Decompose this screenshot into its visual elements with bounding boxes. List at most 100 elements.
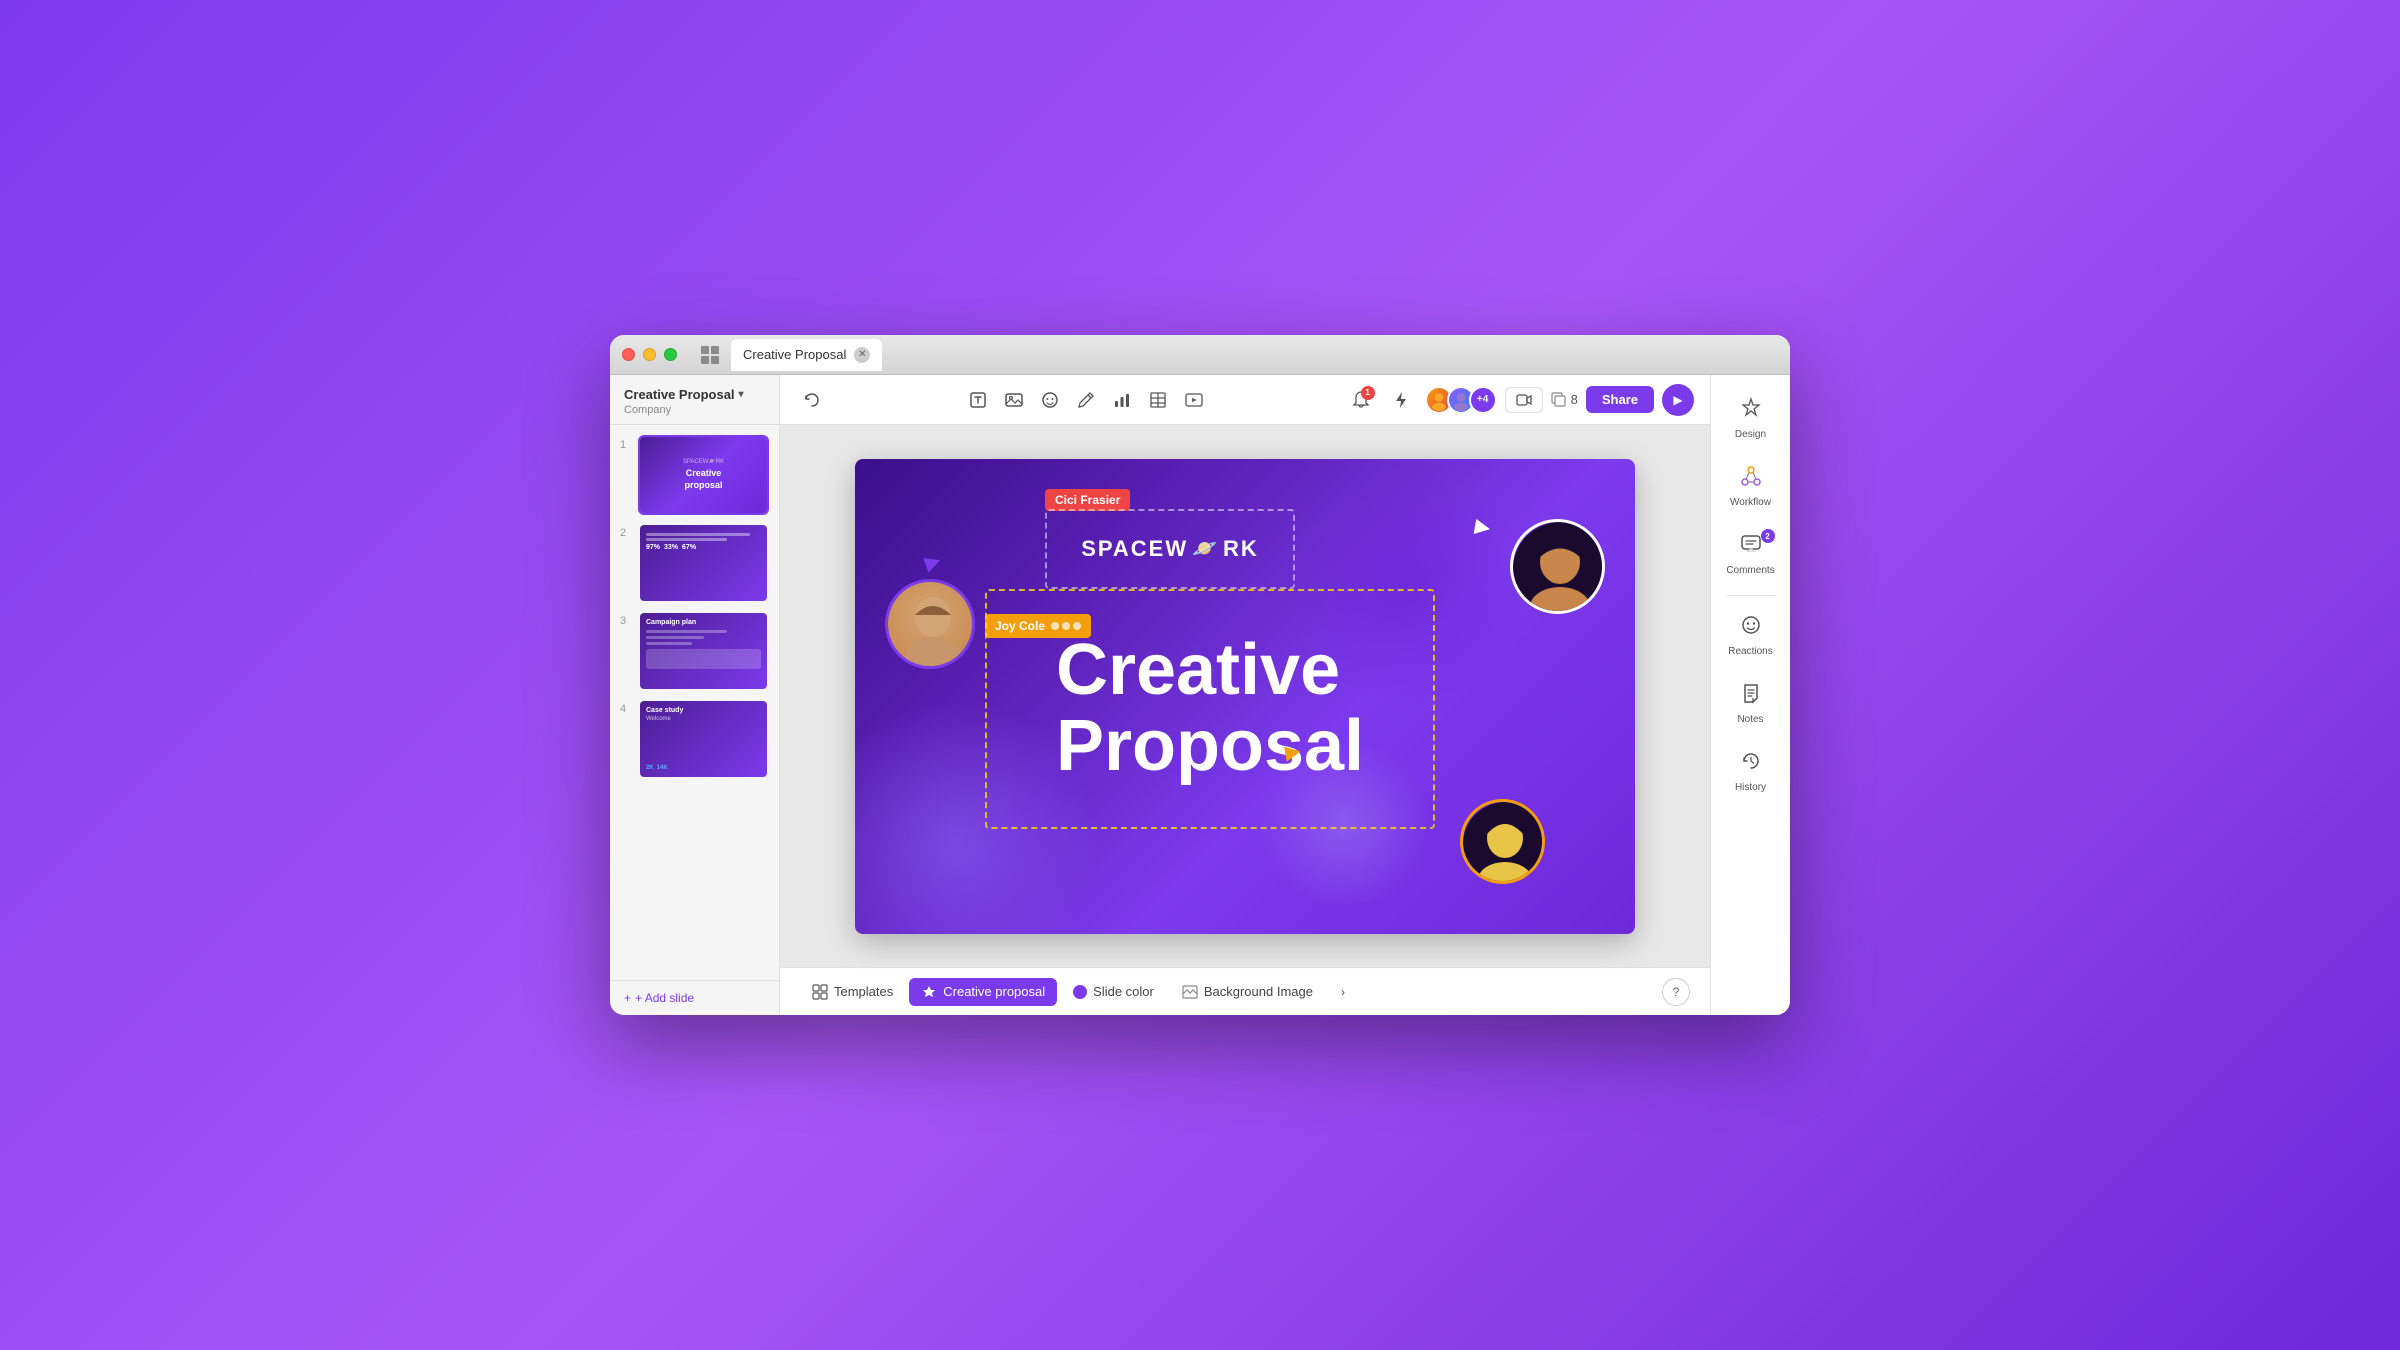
- close-button[interactable]: [622, 348, 635, 361]
- right-tool-reactions[interactable]: Reactions: [1719, 604, 1783, 668]
- thumb-stat-1: 97%: [646, 544, 660, 551]
- title-bar: Creative Proposal ✕: [610, 335, 1790, 375]
- cursor-arrow-1: ▶: [921, 547, 944, 576]
- thumb-title: Creativeproposal: [683, 468, 724, 491]
- history-icon: [1740, 750, 1762, 778]
- image-tool-button[interactable]: [998, 384, 1030, 416]
- slide-color-button[interactable]: Slide color: [1061, 978, 1166, 1005]
- toolbar-center: [962, 384, 1210, 416]
- theme-button[interactable]: Creative proposal: [909, 978, 1057, 1006]
- slide-item-3[interactable]: 3 Campaign plan: [620, 611, 769, 691]
- logo-planet-icon: 🪐: [1192, 536, 1219, 561]
- canvas-area[interactable]: Cici Frasier SPACEW 🪐 RK: [780, 425, 1710, 967]
- left-sidebar: Creative Proposal ▾ Company 1 SPACEW🪐RK …: [610, 375, 780, 1015]
- color-dot-icon: [1073, 985, 1087, 999]
- history-label: History: [1735, 782, 1766, 794]
- help-button[interactable]: ?: [1662, 978, 1690, 1006]
- thumb-welcome: Welcome: [646, 716, 761, 722]
- person-avatar-1: [885, 579, 975, 669]
- slide-color-label: Slide color: [1093, 984, 1154, 999]
- workflow-icon: [1740, 465, 1762, 493]
- thumb-stat-2: 33%: [664, 544, 678, 551]
- sidebar-title-container[interactable]: Creative Proposal ▾: [624, 387, 765, 402]
- slide-thumb-content-3: Campaign plan: [640, 613, 767, 689]
- sidebar-company: Company: [624, 404, 765, 416]
- proposal-text-box[interactable]: CreativeProposal: [985, 589, 1435, 829]
- right-sidebar-divider: [1727, 595, 1775, 596]
- workflow-label: Workflow: [1730, 497, 1771, 509]
- add-slide-label: + Add slide: [635, 991, 694, 1005]
- slide-item-1[interactable]: 1 SPACEW🪐RK Creativeproposal: [620, 435, 769, 515]
- add-slide-button[interactable]: + + Add slide: [610, 980, 779, 1015]
- play-button[interactable]: ▶: [1662, 384, 1694, 416]
- templates-button[interactable]: Templates: [800, 978, 905, 1006]
- logo-suffix: RK: [1223, 536, 1259, 562]
- avatar-group[interactable]: +4: [1425, 386, 1497, 414]
- expand-arrow-button[interactable]: ›: [1329, 978, 1357, 1006]
- slide-number-4: 4: [620, 703, 632, 715]
- notes-icon: [1740, 682, 1762, 710]
- notifications-button[interactable]: 1: [1345, 384, 1377, 416]
- logo-text: SPACEW 🪐 RK: [1081, 536, 1259, 562]
- templates-label: Templates: [834, 984, 893, 999]
- slide-thumbnail-1: SPACEW🪐RK Creativeproposal: [638, 435, 769, 515]
- thumb-metric-2: 14K: [657, 765, 668, 771]
- right-tool-history[interactable]: History: [1719, 740, 1783, 804]
- slide-item-4[interactable]: 4 Case study Welcome 2K 14K: [620, 699, 769, 779]
- slide-thumb-content-2: 97% 33% 67%: [640, 525, 767, 601]
- tab-grid-icon[interactable]: [701, 346, 719, 364]
- minimize-button[interactable]: [643, 348, 656, 361]
- comments-badge: 2: [1761, 529, 1775, 543]
- slide-thumbnail-4: Case study Welcome 2K 14K: [638, 699, 769, 779]
- slide-number-1: 1: [620, 439, 632, 451]
- chevron-down-icon: ▾: [739, 389, 744, 400]
- slide-number-2: 2: [620, 527, 632, 539]
- chart-tool-button[interactable]: [1106, 384, 1138, 416]
- sidebar-presentation-title: Creative Proposal: [624, 387, 735, 402]
- emoji-tool-button[interactable]: [1034, 384, 1066, 416]
- video-button[interactable]: [1505, 387, 1543, 413]
- tab-close-button[interactable]: ✕: [854, 347, 870, 363]
- slide-canvas[interactable]: Cici Frasier SPACEW 🪐 RK: [855, 459, 1635, 934]
- right-sidebar: Design Workflow: [1710, 375, 1790, 1015]
- reactions-icon: [1740, 614, 1762, 642]
- slide-item-2[interactable]: 2 97% 33% 67%: [620, 523, 769, 603]
- thumb-logo: SPACEW🪐RK: [683, 458, 724, 465]
- table-tool-button[interactable]: [1142, 384, 1174, 416]
- background-image-button[interactable]: Background Image: [1170, 978, 1325, 1006]
- slide-count-number: 8: [1571, 392, 1578, 407]
- slides-count: 8: [1551, 392, 1578, 408]
- share-button[interactable]: Share: [1586, 386, 1654, 413]
- center-content: 1: [780, 375, 1710, 1015]
- logo-box[interactable]: SPACEW 🪐 RK: [1045, 509, 1295, 589]
- notification-badge: 1: [1361, 386, 1375, 400]
- lightning-button[interactable]: [1385, 384, 1417, 416]
- slide-thumbnail-3: Campaign plan: [638, 611, 769, 691]
- reactions-label: Reactions: [1728, 646, 1772, 658]
- drawing-tool-button[interactable]: [1070, 384, 1102, 416]
- theme-label: Creative proposal: [943, 984, 1045, 999]
- right-tool-comments[interactable]: 2 Comments: [1719, 523, 1783, 587]
- add-slide-icon: +: [624, 991, 631, 1005]
- toolbar-right: 1: [1345, 384, 1694, 416]
- right-tool-notes[interactable]: Notes: [1719, 672, 1783, 736]
- text-box-tool-button[interactable]: [962, 384, 994, 416]
- active-tab[interactable]: Creative Proposal ✕: [731, 339, 882, 371]
- comments-label: Comments: [1726, 565, 1774, 577]
- thumb-metric-1: 2K: [646, 765, 654, 771]
- embed-tool-button[interactable]: [1178, 384, 1210, 416]
- maximize-button[interactable]: [664, 348, 677, 361]
- toolbar: 1: [780, 375, 1710, 425]
- app-window: Creative Proposal ✕ Creative Proposal ▾ …: [610, 335, 1790, 1015]
- comments-icon: [1740, 533, 1762, 561]
- design-label: Design: [1735, 429, 1766, 441]
- right-tool-workflow[interactable]: Workflow: [1719, 455, 1783, 519]
- undo-button[interactable]: [796, 384, 828, 416]
- right-tool-design[interactable]: Design: [1719, 387, 1783, 451]
- person-avatar-3: [1460, 799, 1545, 884]
- thumb-stat-3: 67%: [682, 544, 696, 551]
- proposal-title: CreativeProposal: [1056, 633, 1364, 784]
- avatar-count-badge: +4: [1469, 386, 1497, 414]
- slide-thumb-content-4: Case study Welcome 2K 14K: [640, 701, 767, 777]
- person-avatar-2: [1510, 519, 1605, 614]
